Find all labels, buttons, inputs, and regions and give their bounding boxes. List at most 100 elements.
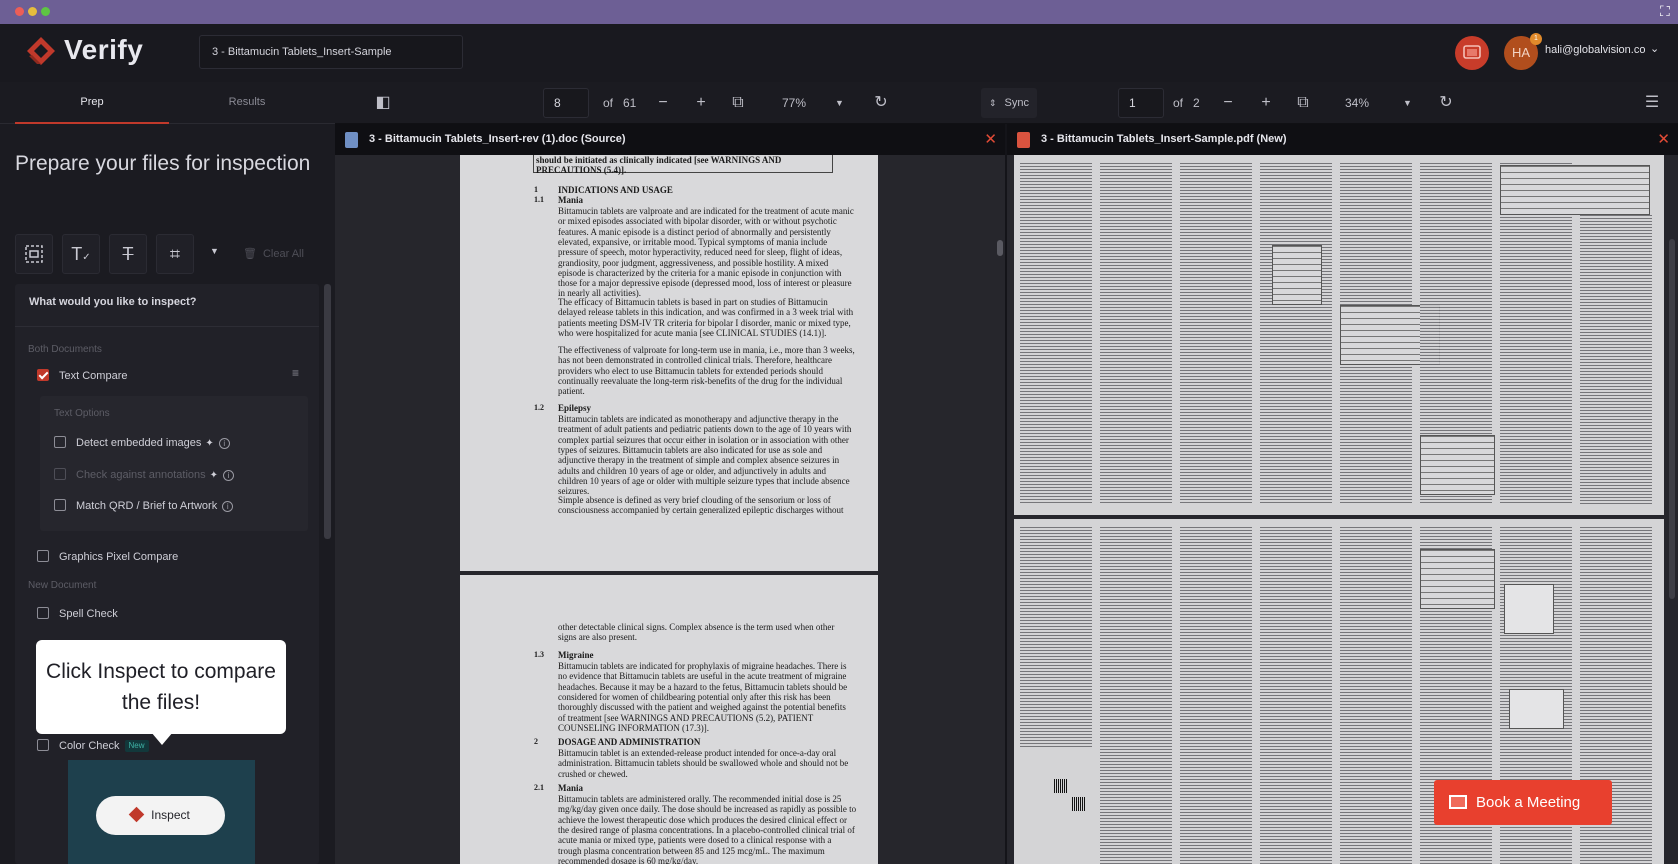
spell-check-checkbox[interactable] [37, 607, 49, 620]
sidebar-toggle-icon[interactable]: ◧ [370, 90, 396, 116]
onboarding-tooltip: Click Inspect to compare the files! [36, 640, 286, 734]
text-line: of treatment [see WARNINGS AND PRECAUTIO… [558, 712, 814, 723]
color-check-label: Color Check [59, 740, 120, 752]
text-line: crushed or chewed. [558, 768, 628, 779]
new-zoom-level[interactable]: 34% [1345, 82, 1369, 124]
divider [15, 326, 319, 327]
new-viewer-header: 3 - Bittamucin Tablets_Insert-Sample.pdf… [1007, 124, 1678, 155]
spell-check-option[interactable]: Spell Check [37, 605, 118, 623]
color-check-checkbox[interactable] [37, 739, 49, 752]
text-line: considered for women of childbearing pot… [558, 691, 831, 702]
text-compare-option[interactable]: Text Compare [37, 367, 127, 385]
text-markup-button[interactable]: T✓ [62, 234, 100, 274]
section-heading: Migraine [558, 650, 594, 660]
tab-results[interactable]: Results [170, 82, 324, 124]
zone-icon [25, 245, 43, 263]
text-line: COUNSELING INFORMATION (17.3)]. [558, 722, 709, 733]
new-scrollbar[interactable] [1669, 239, 1675, 599]
source-page-input[interactable]: 8 [543, 88, 589, 118]
text-line: Bittamucin tablets are administered oral… [558, 794, 842, 804]
new-zoom-in-icon[interactable]: + [1253, 90, 1279, 116]
chat-button[interactable] [1455, 36, 1489, 70]
info-icon[interactable]: i [222, 500, 234, 512]
section-heading: Mania [558, 195, 584, 205]
source-rotate-icon[interactable]: ↻ [868, 90, 894, 116]
clear-all-label: Clear All [262, 248, 304, 260]
graphics-compare-checkbox[interactable] [37, 550, 49, 563]
source-file-title: 3 - Bittamucin Tablets_Insert-rev (1).do… [369, 133, 626, 145]
clear-all-button[interactable]: 🗑 Clear All [243, 234, 304, 274]
text-options-label: Text Options [54, 408, 110, 419]
section-number: 1.2 [534, 403, 544, 412]
source-zoom-in-icon[interactable]: + [688, 90, 714, 116]
detect-images-option[interactable]: Detect embedded images ✦ i [54, 434, 230, 452]
fullscreen-icon[interactable]: ⛶ [1660, 3, 1676, 19]
app-name: Verify [64, 34, 144, 65]
text-line: Simple absence is defined as very brief … [558, 495, 831, 505]
viewer-toolbar: ◧ 8 of 61 − + ⧉ 77% ▼ ↻ ⇕ Sync 1 of 2 − +… [335, 82, 1678, 124]
tab-prep[interactable]: Prep [15, 82, 169, 124]
check-annotations-option: Check against annotations ✦ i [54, 466, 235, 484]
spell-check-label: Spell Check [59, 608, 118, 620]
match-qrd-option[interactable]: Match QRD / Brief to Artwork i [54, 497, 234, 515]
doc-file-icon [345, 132, 358, 148]
book-meeting-button[interactable]: Book a Meeting [1434, 780, 1612, 825]
close-window-dot[interactable] [15, 7, 24, 16]
prep-panel: Prep Results Prepare your files for insp… [0, 82, 335, 864]
info-icon[interactable]: i [223, 469, 235, 481]
text-line: pressure of speech, motor hyperactivity,… [558, 247, 843, 258]
text-line: acute mania or mixed type, patients were… [558, 835, 832, 846]
source-scrollbar[interactable] [997, 240, 1003, 256]
text-line: patient. [558, 386, 585, 397]
text-compare-checkbox[interactable] [37, 369, 49, 382]
sync-button[interactable]: ⇕ Sync [981, 88, 1037, 118]
source-viewer-header: 3 - Bittamucin Tablets_Insert-rev (1).do… [335, 124, 1005, 155]
crop-button[interactable]: ⌗ [156, 234, 194, 274]
inspect-button[interactable]: Inspect [96, 796, 225, 835]
source-zoom-out-icon[interactable]: − [650, 90, 676, 116]
section-both-documents: Both Documents [28, 344, 102, 355]
color-check-option[interactable]: Color Check New [37, 737, 149, 755]
graphics-compare-option[interactable]: Graphics Pixel Compare [37, 548, 178, 566]
text-line: Bittamucin tablets are indicated for pro… [558, 661, 847, 671]
new-zoom-dropdown-icon[interactable]: ▼ [1403, 82, 1412, 124]
new-rotate-icon[interactable]: ↻ [1433, 90, 1459, 116]
panel-title: Prepare your files for inspection [15, 152, 311, 175]
new-viewer: 3 - Bittamucin Tablets_Insert-Sample.pdf… [1007, 124, 1678, 864]
text-line: Bittamucin tablets are valproate and are… [558, 206, 854, 216]
text-line: delayed release tablets in this indicati… [558, 307, 854, 318]
match-qrd-checkbox[interactable] [54, 499, 66, 512]
maximize-window-dot[interactable] [41, 7, 50, 16]
section-heading: Mania [558, 783, 584, 793]
new-zoom-out-icon[interactable]: − [1215, 90, 1241, 116]
strikethrough-button[interactable]: T [109, 234, 147, 274]
chat-icon [1463, 45, 1481, 59]
filter-icon[interactable]: ≡ [292, 366, 299, 380]
settings-sliders-icon[interactable]: ☰ [1639, 90, 1665, 116]
document-title-field[interactable]: 3 - Bittamucin Tablets_Insert-Sample [199, 35, 463, 69]
new-fit-page-icon[interactable]: ⧉ [1290, 90, 1316, 116]
section-number: 1.3 [534, 650, 544, 659]
chevron-down-icon[interactable]: ⌄ [1650, 42, 1659, 55]
source-zoom-level[interactable]: 77% [782, 82, 806, 124]
panel-scrollbar[interactable] [324, 284, 331, 539]
info-icon[interactable]: i [218, 437, 230, 449]
text-line: other detectable clinical signs. Complex… [558, 622, 835, 632]
user-email[interactable]: hali@globalvision.co [1545, 44, 1645, 56]
text-line: children 10 years of age or older with m… [558, 475, 850, 486]
text-line: mg/kg/day given once daily. The dose sho… [558, 804, 857, 815]
source-fit-page-icon[interactable]: ⧉ [725, 90, 751, 116]
close-icon[interactable]: ✕ [984, 124, 997, 155]
crop-dropdown-icon[interactable]: ▼ [210, 246, 219, 256]
text-line: continually reevaluate the long-term ris… [558, 375, 843, 386]
source-zoom-dropdown-icon[interactable]: ▼ [835, 82, 844, 124]
source-of-label: of [603, 96, 614, 110]
app-header: Verify 3 - Bittamucin Tablets_Insert-Sam… [0, 24, 1678, 82]
new-page-input[interactable]: 1 [1118, 88, 1164, 118]
zone-select-button[interactable] [15, 234, 53, 274]
text-line: no evidence that Bittamucin tablets are … [558, 671, 847, 682]
close-icon[interactable]: ✕ [1657, 124, 1670, 155]
text-line: who were hospitalized for acute mania [s… [558, 327, 827, 338]
detect-images-checkbox[interactable] [54, 436, 66, 449]
minimize-window-dot[interactable] [28, 7, 37, 16]
